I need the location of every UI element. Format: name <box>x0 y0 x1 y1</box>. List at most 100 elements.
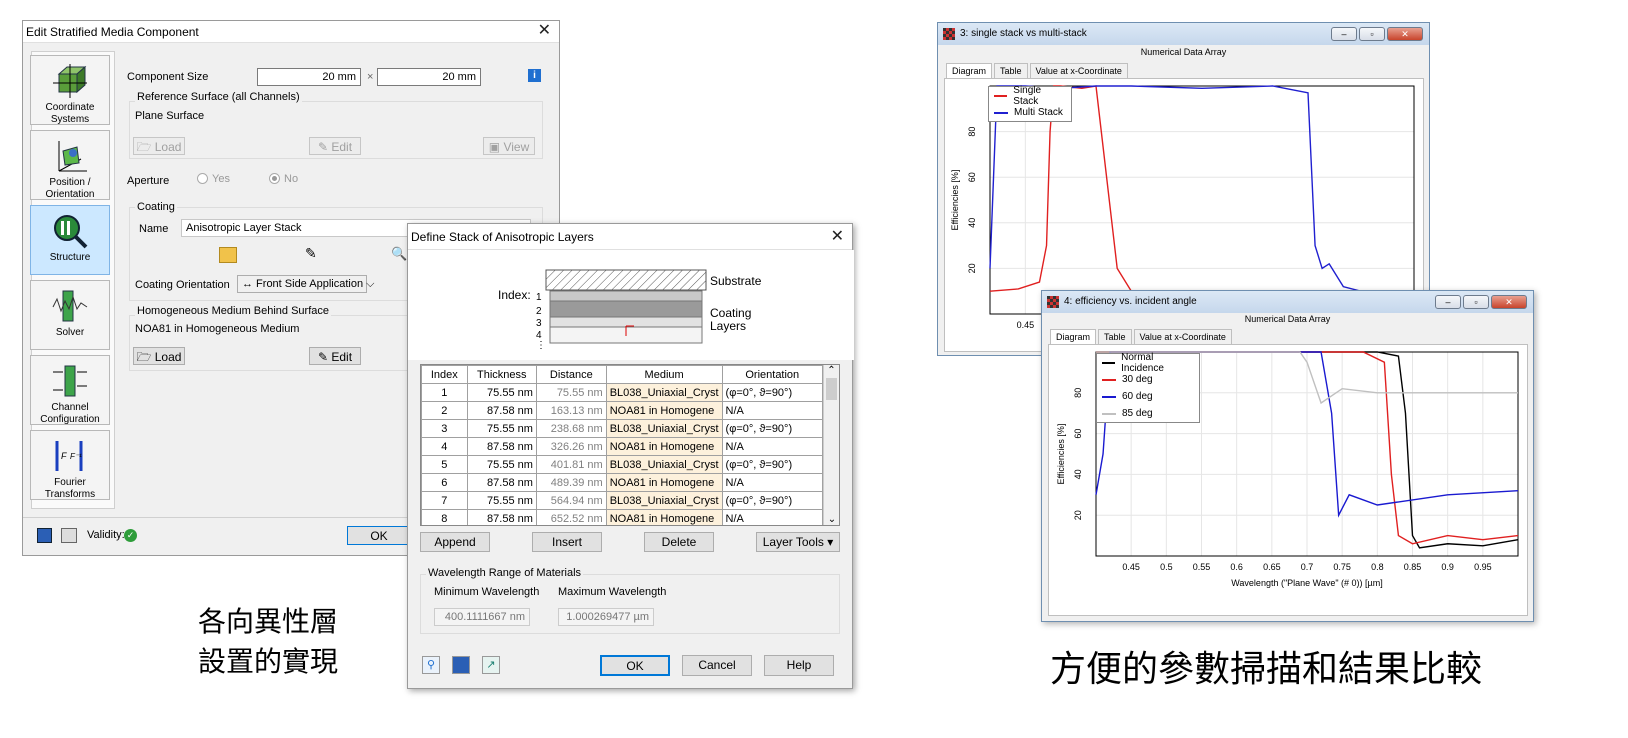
view-surface-button[interactable]: ▣ View <box>483 137 535 155</box>
search-icon[interactable]: ⚲ <box>422 656 440 674</box>
minimize-icon[interactable]: – <box>1435 295 1461 309</box>
table-cell[interactable]: 87.58 nm <box>466 401 537 420</box>
tab-value-at-x[interactable]: Value at x-Coordinate <box>1133 329 1232 344</box>
sidebar-item-solver[interactable]: Solver <box>30 280 110 350</box>
sidebar-item-channel-configuration[interactable]: Channel Configuration <box>30 355 110 425</box>
export-icon[interactable]: ↗ <box>482 656 500 674</box>
table-cell[interactable]: BL038_Uniaxial_Cryst <box>605 383 723 402</box>
open-coating-icon[interactable] <box>219 247 237 263</box>
tab-diagram[interactable]: Diagram <box>946 63 993 78</box>
table-cell[interactable]: 75.55 nm <box>535 383 607 402</box>
sidebar-item-structure[interactable]: Structure <box>30 205 110 275</box>
table-cell[interactable]: 564.94 nm <box>535 491 607 510</box>
table-cell[interactable]: 87.58 nm <box>466 509 537 525</box>
table-cell[interactable]: (φ=0°, ϑ=90°) <box>721 419 824 438</box>
scroll-up-icon[interactable]: ⌃ <box>824 365 839 376</box>
table-cell[interactable]: 87.58 nm <box>466 437 537 456</box>
column-header[interactable]: Distance <box>535 365 607 384</box>
close-icon[interactable]: ✕ <box>538 23 551 39</box>
edit-surface-button[interactable]: ✎ Edit <box>309 137 361 155</box>
load-medium-button[interactable]: 🗁 Load <box>133 347 185 365</box>
sidebar-item-position-orientation[interactable]: Position / Orientation <box>30 130 110 200</box>
sidebar-item-fourier-transforms[interactable]: F F⁻¹ Fourier Transforms <box>30 430 110 500</box>
table-cell[interactable]: 652.52 nm <box>535 509 607 525</box>
close-icon[interactable]: ✕ <box>831 229 844 245</box>
help-button[interactable]: Help <box>764 655 834 676</box>
table-cell[interactable]: 75.55 nm <box>466 419 537 438</box>
tab-value-at-x[interactable]: Value at x-Coordinate <box>1029 63 1128 78</box>
table-cell[interactable]: 2 <box>421 401 468 420</box>
coating-orientation-select[interactable]: ↔ Front Side Application ⌵ <box>237 275 374 293</box>
table-row[interactable]: 2 87.58 nm 163.13 nm NOA81 in Homogene N/A <box>421 401 824 420</box>
save-icon[interactable] <box>37 528 52 543</box>
maximize-icon[interactable]: ▫ <box>1359 27 1385 41</box>
table-cell[interactable]: N/A <box>721 473 824 492</box>
table-row[interactable]: 4 87.58 nm 326.26 nm NOA81 in Homogene N/A <box>421 437 824 456</box>
table-cell[interactable]: NOA81 in Homogene <box>605 509 723 525</box>
view-coating-icon[interactable]: 🔍 <box>391 246 407 262</box>
table-cell[interactable]: 8 <box>421 509 468 525</box>
aperture-no-radio[interactable] <box>269 173 280 184</box>
table-row[interactable]: 6 87.58 nm 489.39 nm NOA81 in Homogene N/A <box>421 473 824 492</box>
table-row[interactable]: 3 75.55 nm 238.68 nm BL038_Uniaxial_Cryst (φ… <box>421 419 824 438</box>
size-x-input[interactable]: 20 mm <box>257 68 361 86</box>
tab-table[interactable]: Table <box>1098 329 1132 344</box>
table-cell[interactable]: (φ=0°, ϑ=90°) <box>721 455 824 474</box>
ok-button[interactable]: OK <box>347 526 411 545</box>
sidebar-item-coordinate-systems[interactable]: Coordinate Systems <box>30 55 110 125</box>
delete-button[interactable]: Delete <box>644 532 714 552</box>
table-cell[interactable]: N/A <box>721 509 824 525</box>
tab-table[interactable]: Table <box>994 63 1028 78</box>
table-cell[interactable]: 401.81 nm <box>535 455 607 474</box>
edit-coating-icon[interactable]: ✎ <box>305 245 317 262</box>
maximize-icon[interactable]: ▫ <box>1463 295 1489 309</box>
table-cell[interactable]: (φ=0°, ϑ=90°) <box>721 491 824 510</box>
insert-button[interactable]: Insert <box>532 532 602 552</box>
table-cell[interactable]: 163.13 nm <box>535 401 607 420</box>
layer-tools-button[interactable]: Layer Tools ▾ <box>756 532 840 552</box>
table-cell[interactable]: 6 <box>421 473 468 492</box>
minimize-icon[interactable]: – <box>1331 27 1357 41</box>
table-cell[interactable]: NOA81 in Homogene <box>605 473 723 492</box>
table-cell[interactable]: 4 <box>421 437 468 456</box>
table-cell[interactable]: NOA81 in Homogene <box>605 401 723 420</box>
table-cell[interactable]: 75.55 nm <box>466 383 537 402</box>
aperture-yes-radio[interactable] <box>197 173 208 184</box>
info-icon[interactable]: i <box>528 69 541 82</box>
table-row[interactable]: 5 75.55 nm 401.81 nm BL038_Uniaxial_Cryst (φ… <box>421 455 824 474</box>
table-cell[interactable]: NOA81 in Homogene <box>605 437 723 456</box>
table-row[interactable]: 8 87.58 nm 652.52 nm NOA81 in Homogene N/A <box>421 509 824 525</box>
table-cell[interactable]: N/A <box>721 401 824 420</box>
catalog-icon[interactable] <box>61 528 77 543</box>
table-cell[interactable]: BL038_Uniaxial_Cryst <box>605 491 723 510</box>
table-row[interactable]: 1 75.55 nm 75.55 nm BL038_Uniaxial_Cryst (φ=… <box>421 383 824 402</box>
edit-medium-button[interactable]: ✎ Edit <box>309 347 361 365</box>
append-button[interactable]: Append <box>420 532 490 552</box>
table-cell[interactable]: 87.58 nm <box>466 473 537 492</box>
load-surface-button[interactable]: 🗁 Load <box>133 137 185 155</box>
close-icon[interactable]: ✕ <box>1491 295 1527 309</box>
table-cell[interactable]: 75.55 nm <box>466 455 537 474</box>
table-cell[interactable]: 238.68 nm <box>535 419 607 438</box>
table-cell[interactable]: 75.55 nm <box>466 491 537 510</box>
table-cell[interactable]: 3 <box>421 419 468 438</box>
scroll-down-icon[interactable]: ⌄ <box>824 514 839 525</box>
close-icon[interactable]: ✕ <box>1387 27 1423 41</box>
table-cell[interactable]: 5 <box>421 455 468 474</box>
scroll-thumb[interactable] <box>826 378 837 400</box>
column-header[interactable]: Index <box>421 365 468 384</box>
cancel-button[interactable]: Cancel <box>682 655 752 676</box>
tab-diagram[interactable]: Diagram <box>1050 329 1097 344</box>
column-header[interactable]: Orientation <box>721 365 824 384</box>
save-icon[interactable] <box>452 656 470 674</box>
column-header[interactable]: Thickness <box>466 365 537 384</box>
column-header[interactable]: Medium <box>605 365 723 384</box>
table-cell[interactable]: 1 <box>421 383 468 402</box>
table-cell[interactable]: BL038_Uniaxial_Cryst <box>605 419 723 438</box>
size-y-input[interactable]: 20 mm <box>377 68 481 86</box>
table-cell[interactable]: 326.26 nm <box>535 437 607 456</box>
table-scrollbar[interactable]: ⌃ ⌄ <box>823 365 839 525</box>
table-cell[interactable]: N/A <box>721 437 824 456</box>
table-cell[interactable]: BL038_Uniaxial_Cryst <box>605 455 723 474</box>
table-cell[interactable]: 489.39 nm <box>535 473 607 492</box>
